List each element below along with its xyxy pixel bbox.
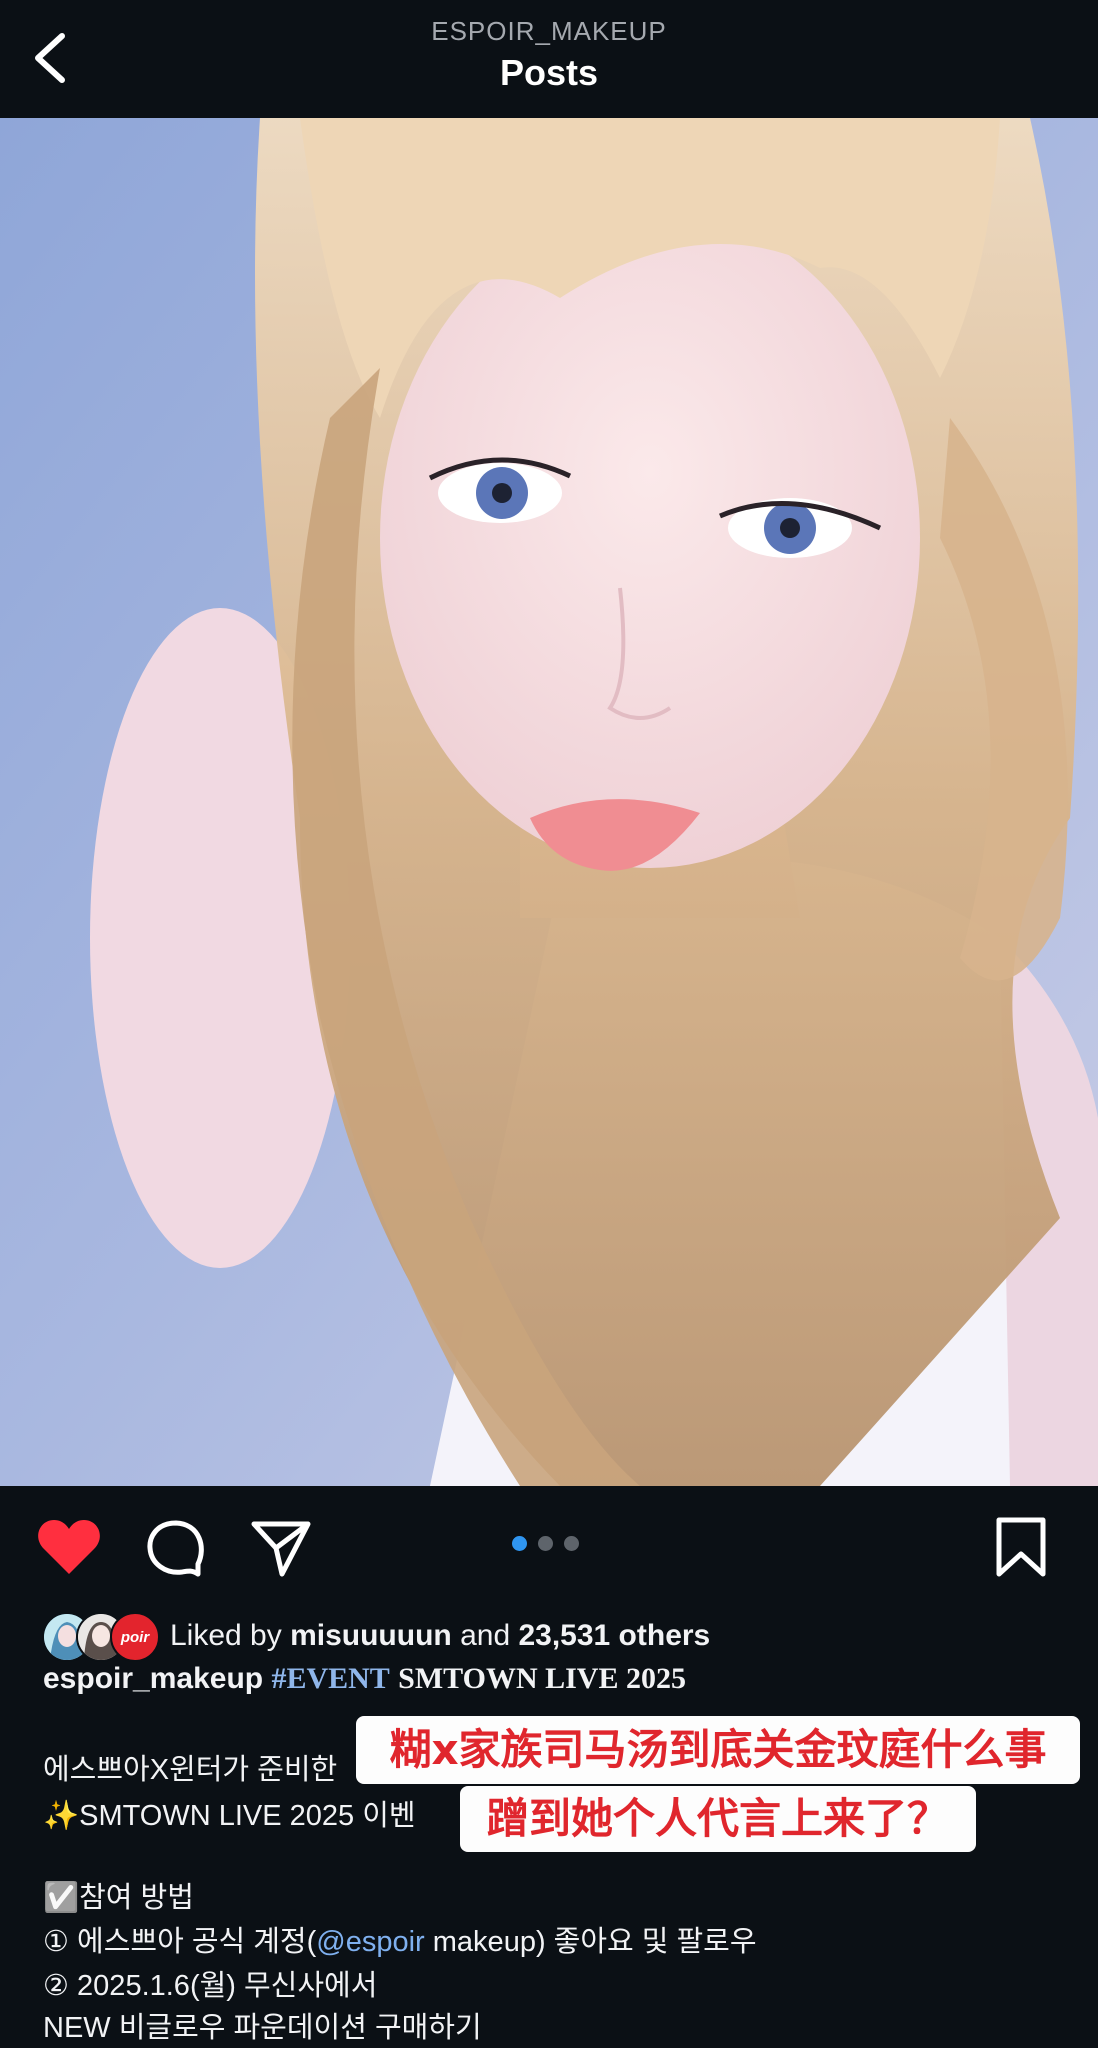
caption-mention[interactable]: @espoir (316, 1926, 424, 1958)
top-bar: ESPOIR_MAKEUP Posts (0, 0, 1098, 118)
like-button[interactable] (36, 1518, 102, 1583)
likes-prefix: Liked by (170, 1619, 291, 1652)
likes-summary[interactable]: poir Liked by misuuuuun and 23,531 other… (42, 1612, 710, 1662)
carousel-dot (564, 1536, 579, 1551)
share-button[interactable] (250, 1518, 312, 1583)
likes-text: Liked by misuuuuun and 23,531 others (170, 1619, 710, 1653)
carousel-indicator (512, 1536, 590, 1552)
caption-title: espoir_makeup #EVENT SMTOWN LIVE 2025 (43, 1662, 686, 1696)
caption-line: ① 에스쁘아 공식 계정(@espoir makeup) 좋아요 및 팔로우 (43, 1918, 757, 1960)
overlay-note-line2: 蹭到她个人代言上来了？ (460, 1786, 976, 1852)
caption-hashtag[interactable]: #EVENT (271, 1662, 389, 1695)
caption-line-text: makeup) 좋아요 및 팔로우 (424, 1926, 757, 1958)
caption-line: NEW 비글로우 파운데이션 구매하기 (43, 2012, 482, 2044)
comment-button[interactable] (146, 1518, 206, 1583)
avatar: poir (110, 1612, 160, 1662)
likes-middle: and (451, 1619, 519, 1652)
caption-line: ② 2025.1.6(월) 무신사에서 (43, 1970, 378, 2002)
carousel-dot (538, 1536, 553, 1551)
caption-line: ✅참여 방법 (43, 1874, 194, 1916)
avatar-badge: poir (120, 1628, 150, 1646)
liker-username[interactable]: misuuuuun (290, 1619, 452, 1652)
account-name[interactable]: ESPOIR_MAKEUP (0, 16, 1098, 47)
save-button[interactable] (994, 1516, 1048, 1583)
bookmark-icon (996, 1517, 1046, 1577)
caption-line: ✨SMTOWN LIVE 2025 이벤 (43, 1800, 416, 1832)
caption-line: 에스쁘아X윈터가 준비한 (43, 1754, 338, 1786)
caption-line-text: 참여 방법 (79, 1882, 194, 1914)
caption-title-rest: SMTOWN LIVE 2025 (398, 1662, 686, 1695)
liker-avatars: poir (42, 1612, 160, 1662)
page-title: Posts (499, 52, 599, 93)
caption-username[interactable]: espoir_makeup (43, 1662, 263, 1695)
checkbox-icon: ✅ (43, 1882, 80, 1914)
likes-count[interactable]: 23,531 others (518, 1619, 710, 1652)
heart-icon (38, 1520, 100, 1574)
share-icon (251, 1521, 311, 1577)
carousel-dot (512, 1536, 527, 1551)
caption-line-text: ① 에스쁘아 공식 계정( (43, 1926, 317, 1958)
comment-icon (147, 1520, 204, 1577)
post-image[interactable] (0, 118, 1098, 1486)
overlay-note-line1: 糊x家族司马汤到底关金玟庭什么事 (356, 1716, 1080, 1784)
